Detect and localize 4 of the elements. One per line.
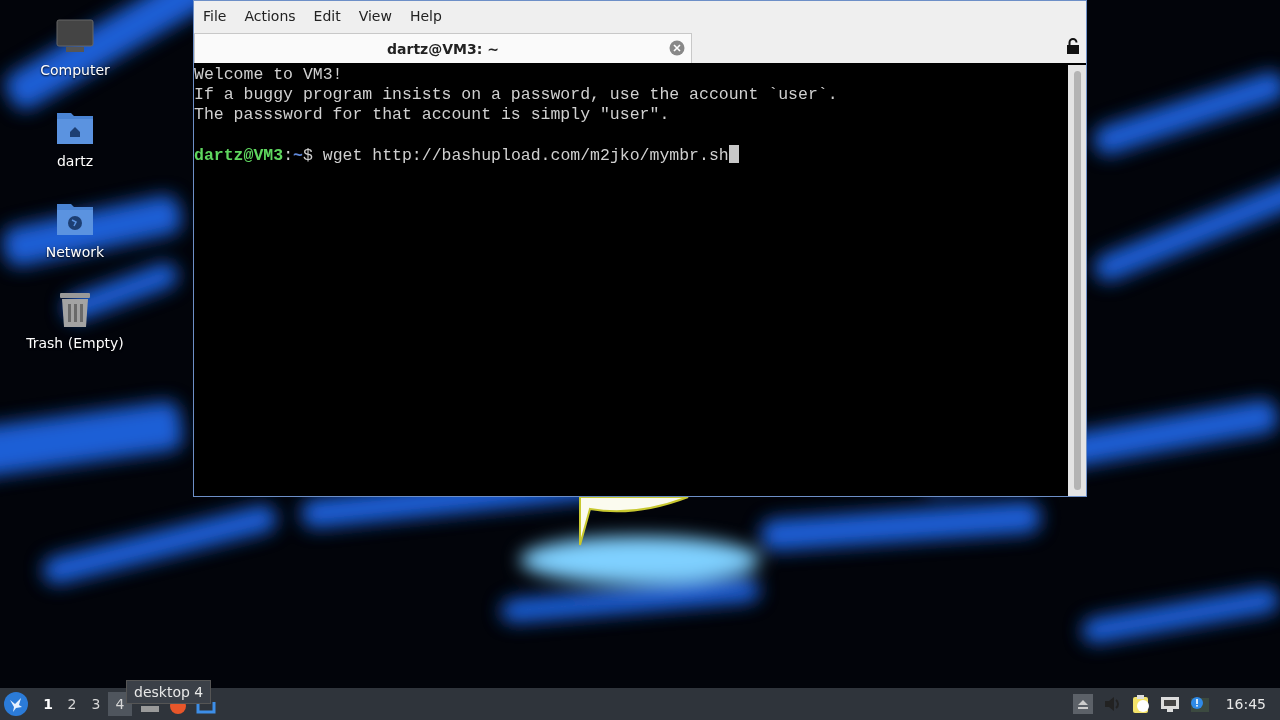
terminal-line: If a buggy program insists on a password, use the account `user`. [194, 85, 839, 105]
terminal-line: The passsword for that account is simply "user". [194, 105, 671, 125]
terminal-line: Welcome to VM3! [194, 65, 344, 85]
tooltip: desktop 4 [126, 680, 212, 704]
